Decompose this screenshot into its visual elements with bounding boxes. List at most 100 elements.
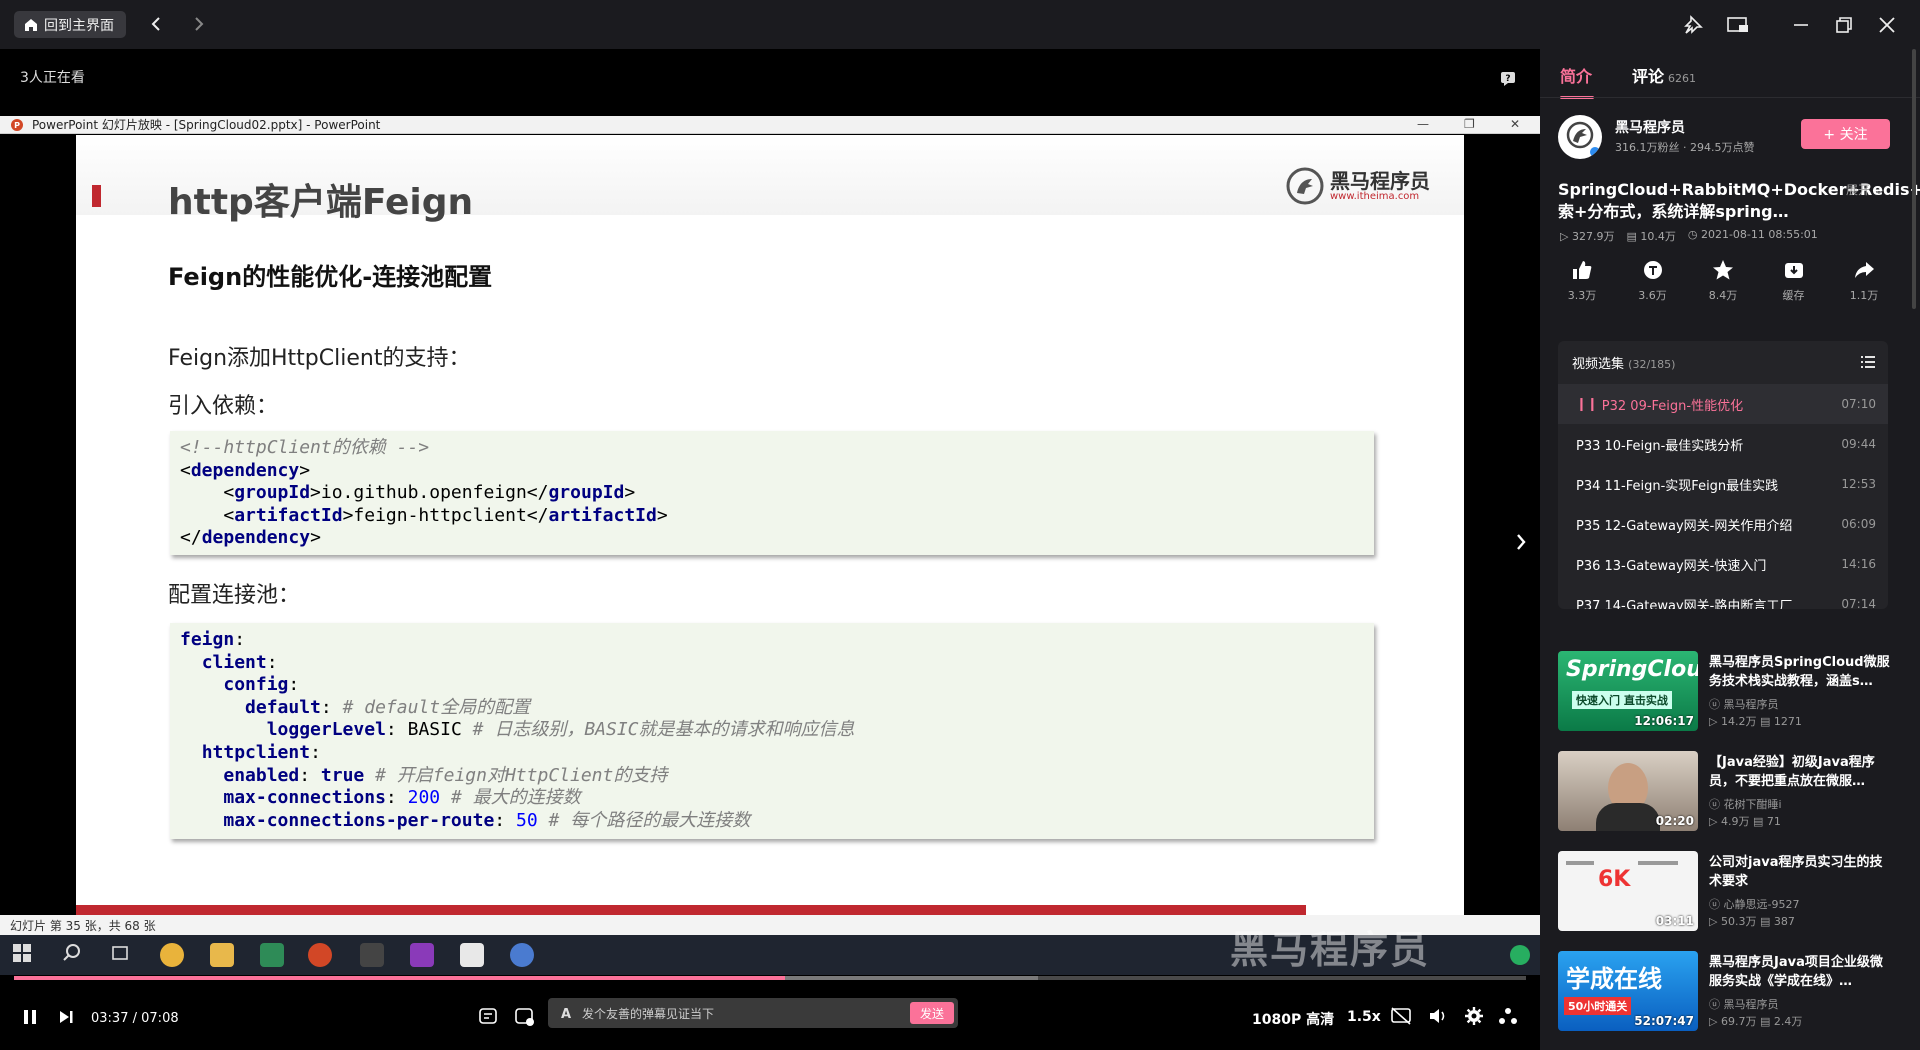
subtitle-off-icon — [1391, 1007, 1411, 1025]
episode-item-p37[interactable]: P37 14-Gateway网关-路由断言工厂 07:14 — [1558, 584, 1888, 609]
slide-counter: 幻灯片 第 35 张，共 68 张 — [10, 918, 156, 933]
next-slide-arrow[interactable] — [1515, 533, 1527, 551]
watermark: 黑马程序员 — [1230, 928, 1431, 972]
minimize-button[interactable] — [1789, 13, 1813, 37]
recommendation-item[interactable]: SpringCloud 快速入门 直击实战 12:06:17 黑马程序员Spri… — [1558, 651, 1903, 733]
ppt-window-titlebar: P PowerPoint 幻灯片放映 - [SpringCloud02.pptx… — [0, 116, 1540, 134]
progress-fill — [14, 976, 786, 980]
favorite-button[interactable]: 8.4万 — [1699, 259, 1747, 303]
player-controls: 03:37 / 07:08 A 发个友善的弹幕见证当下 发送 1080P 高清 … — [0, 998, 1540, 1050]
expand-button[interactable]: 展开 ⌄ — [1846, 181, 1884, 198]
download-button[interactable]: 缓存 — [1770, 259, 1818, 303]
horse-logo-icon — [1286, 167, 1324, 205]
pin-button[interactable] — [1681, 13, 1705, 37]
forward-button[interactable] — [188, 13, 210, 35]
ppt-restore-icon: ❐ — [1464, 117, 1475, 131]
episode-item-p35[interactable]: P35 12-Gateway网关-网关作用介绍 06:09 — [1558, 504, 1888, 544]
restore-button[interactable] — [1832, 13, 1856, 37]
close-button[interactable] — [1875, 13, 1899, 37]
recommendation-uploader: ⓤ 黑马程序员 — [1709, 698, 1779, 711]
recommendation-stats: ▷ 14.2万 ▤ 1271 — [1709, 715, 1802, 728]
share-icon — [1855, 262, 1874, 278]
danmaku-settings-icon — [515, 1008, 534, 1026]
quality-selector[interactable]: 1080P 高清 — [1252, 1009, 1334, 1029]
ppt-close-icon: ✕ — [1510, 117, 1521, 131]
windows-start-icon — [12, 943, 36, 967]
danmaku-placeholder: 发个友善的弹幕见证当下 — [582, 1006, 715, 1021]
home-button[interactable]: 回到主界面 — [14, 11, 126, 38]
coin-button[interactable]: 3.6万 — [1629, 259, 1677, 303]
time-display: 03:37 / 07:08 — [91, 1011, 179, 1026]
volume-button[interactable] — [1428, 1007, 1448, 1025]
progress-bar[interactable] — [14, 976, 1526, 980]
coin-icon — [1643, 261, 1662, 279]
logo-name: 黑马程序员 — [1330, 168, 1430, 193]
episode-item-p32[interactable]: ❙❙ P32 09-Feign-性能优化 07:10 — [1558, 384, 1888, 424]
comment-count: 6261 — [1668, 72, 1697, 85]
ppt-window-title: PowerPoint 幻灯片放映 - [SpringCloud02.pptx] … — [32, 118, 381, 132]
danmaku-icon — [479, 1008, 497, 1024]
tab-comments[interactable]: 评论 6261 — [1632, 63, 1696, 87]
recommendation-stats: ▷ 50.3万 ▤ 387 — [1709, 915, 1795, 928]
list-icon — [1861, 356, 1875, 368]
favorite-count: 8.4万 — [1708, 289, 1738, 302]
notepad-plus-icon — [260, 943, 284, 967]
back-button[interactable] — [145, 13, 167, 35]
pause-button[interactable] — [22, 1008, 38, 1026]
danmaku-settings-button[interactable] — [514, 1006, 536, 1028]
slide-title: http客户端Feign — [168, 182, 474, 223]
code-block-dependency: <!--httpClient的依赖 --> <dependency> <grou… — [170, 431, 1374, 555]
settings-button[interactable] — [1464, 1006, 1484, 1026]
sidebar-scrollbar[interactable] — [1912, 49, 1916, 309]
list-view-button[interactable] — [1860, 355, 1876, 369]
code-block-yaml: feign: client: config: default: # defaul… — [170, 623, 1374, 839]
danmaku-count: ▤ 10.4万 — [1626, 230, 1676, 243]
next-episode-button[interactable] — [58, 1009, 74, 1025]
uploader-avatar[interactable] — [1558, 115, 1602, 159]
slide-footer-bar — [76, 905, 1306, 915]
sidebar-tabs: 简介 评论 6261 — [1560, 63, 1696, 99]
uploader-name[interactable]: 黑马程序员 — [1615, 117, 1685, 137]
miniplayer-button[interactable] — [1726, 13, 1750, 37]
logo-url: www.itheima.com — [1330, 190, 1420, 202]
home-label: 回到主界面 — [44, 17, 114, 34]
view-count: ▷ 327.9万 — [1560, 230, 1615, 243]
episode-item-p34[interactable]: P34 11-Feign-实现Feign最佳实践 12:53 — [1558, 464, 1888, 504]
recommendation-item[interactable]: 02:20 【Java经验】初级Java程序员，不要把重点放在微服… ⓤ 花树下… — [1558, 751, 1903, 833]
danmaku-input[interactable]: A 发个友善的弹幕见证当下 发送 — [548, 998, 958, 1028]
pause-icon — [24, 1010, 36, 1024]
download-icon — [1784, 263, 1803, 278]
question-icon: ? — [1501, 72, 1515, 86]
fullscreen-button[interactable] — [1498, 1006, 1518, 1026]
recommendation-item[interactable]: 学成在线 50小时通关 52:07:47 黑马程序员Java项目企业级微服务实战… — [1558, 951, 1903, 1033]
recommendation-title: 公司对java程序员实习生的技术要求 — [1709, 855, 1883, 889]
recommendation-item[interactable]: 6K 03:11 公司对java程序员实习生的技术要求 ⓤ 心静思远-9527 … — [1558, 851, 1903, 933]
pin-icon — [1684, 15, 1703, 34]
send-danmaku-button[interactable]: 发送 — [910, 1002, 954, 1024]
chevron-down-icon: ⌄ — [1873, 183, 1884, 197]
share-button[interactable]: 1.1万 — [1840, 259, 1888, 303]
powerpoint-icon: P — [10, 118, 24, 132]
app-icon — [510, 943, 534, 967]
video-title: SpringCloud+RabbitMQ+Docker+Redis+搜索+分布式… — [1558, 180, 1920, 221]
video-player[interactable]: 3人正在看 ? P PowerPoint 幻灯片放映 - [SpringClou… — [0, 49, 1540, 1050]
minimize-icon — [1794, 24, 1808, 26]
recommendation-thumbnail: 02:20 — [1558, 751, 1698, 831]
tab-intro[interactable]: 简介 — [1560, 63, 1595, 99]
download-label: 缓存 — [1782, 289, 1805, 302]
like-count: 3.3万 — [1567, 289, 1597, 302]
share-count: 1.1万 — [1849, 289, 1879, 302]
like-icon — [1573, 261, 1592, 279]
episode-item-p36[interactable]: P36 13-Gateway网关-快速入门 14:16 — [1558, 544, 1888, 584]
restore-icon — [1836, 17, 1852, 33]
report-button[interactable]: ? — [1500, 71, 1516, 87]
danmaku-toggle-button[interactable] — [478, 1006, 500, 1028]
next-icon — [60, 1011, 73, 1023]
follow-button[interactable]: + 关注 — [1801, 119, 1890, 149]
recommendation-uploader: ⓤ 心静思远-9527 — [1709, 898, 1800, 911]
like-button[interactable]: 3.3万 — [1558, 259, 1606, 303]
subtitle-button[interactable] — [1390, 1007, 1412, 1025]
episode-item-p33[interactable]: P33 10-Feign-最佳实践分析 09:44 — [1558, 424, 1888, 464]
divider — [1540, 97, 1920, 98]
speed-selector[interactable]: 1.5x — [1347, 1009, 1381, 1025]
